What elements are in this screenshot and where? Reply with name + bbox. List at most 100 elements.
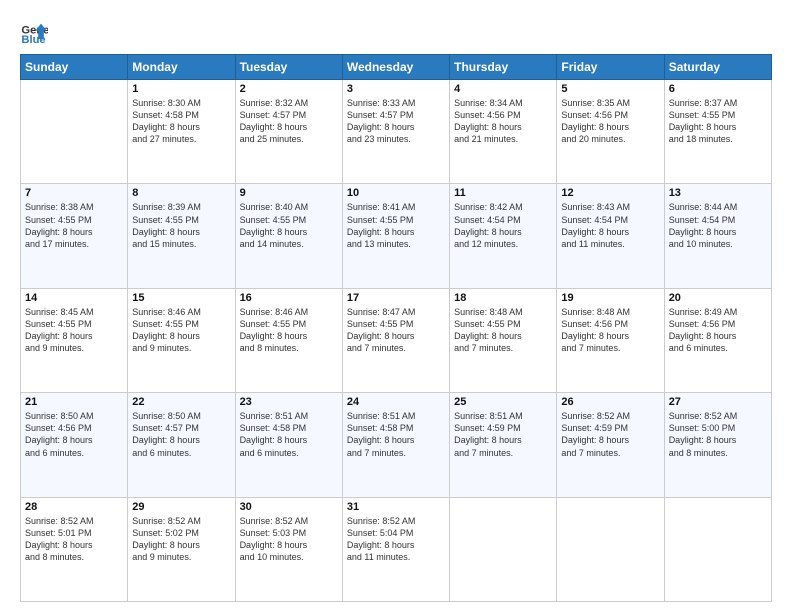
day-cell: 13 Sunrise: 8:44 AM Sunset: 4:54 PM Dayli… bbox=[664, 184, 771, 288]
logo: General Blue bbox=[20, 18, 52, 46]
week-row-2: 7 Sunrise: 8:38 AM Sunset: 4:55 PM Daylig… bbox=[21, 184, 772, 288]
day-info: Sunrise: 8:49 AM Sunset: 4:56 PM Dayligh… bbox=[669, 306, 767, 355]
logo-icon: General Blue bbox=[20, 18, 48, 46]
day-number: 16 bbox=[240, 292, 338, 304]
day-info: Sunrise: 8:44 AM Sunset: 4:54 PM Dayligh… bbox=[669, 201, 767, 250]
day-number: 3 bbox=[347, 83, 445, 95]
day-cell: 12Sunrise: 8:43 AM Sunset: 4:54 PM Dayli… bbox=[557, 184, 664, 288]
day-number: 23 bbox=[240, 396, 338, 408]
day-cell: 6 Sunrise: 8:37 AM Sunset: 4:55 PM Daylig… bbox=[664, 80, 771, 184]
day-info: Sunrise: 8:34 AM Sunset: 4:56 PM Dayligh… bbox=[454, 97, 552, 146]
day-number: 12 bbox=[561, 187, 659, 199]
day-cell: 11 Sunrise: 8:42 AM Sunset: 4:54 PM Dayli… bbox=[450, 184, 557, 288]
week-row-1: 1 Sunrise: 8:30 AM Sunset: 4:58 PM Daylig… bbox=[21, 80, 772, 184]
header: General Blue bbox=[20, 18, 772, 46]
day-number: 29 bbox=[132, 501, 230, 513]
day-info: Sunrise: 8:32 AM Sunset: 4:57 PM Dayligh… bbox=[240, 97, 338, 146]
day-number: 18 bbox=[454, 292, 552, 304]
calendar: SundayMondayTuesdayWednesdayThursdayFrid… bbox=[20, 54, 772, 602]
day-cell: 22Sunrise: 8:50 AM Sunset: 4:57 PM Dayli… bbox=[128, 393, 235, 497]
week-row-4: 21 Sunrise: 8:50 AM Sunset: 4:56 PM Dayli… bbox=[21, 393, 772, 497]
day-cell bbox=[450, 497, 557, 601]
day-cell bbox=[21, 80, 128, 184]
day-info: Sunrise: 8:42 AM Sunset: 4:54 PM Dayligh… bbox=[454, 201, 552, 250]
day-info: Sunrise: 8:52 AM Sunset: 5:02 PM Dayligh… bbox=[132, 515, 230, 564]
day-number: 30 bbox=[240, 501, 338, 513]
day-info: Sunrise: 8:48 AM Sunset: 4:56 PM Dayligh… bbox=[561, 306, 659, 355]
day-cell: 10Sunrise: 8:41 AM Sunset: 4:55 PM Dayli… bbox=[342, 184, 449, 288]
day-number: 14 bbox=[25, 292, 123, 304]
day-cell: 18 Sunrise: 8:48 AM Sunset: 4:55 PM Dayli… bbox=[450, 288, 557, 392]
day-cell: 17 Sunrise: 8:47 AM Sunset: 4:55 PM Dayli… bbox=[342, 288, 449, 392]
day-cell: 4 Sunrise: 8:34 AM Sunset: 4:56 PM Daylig… bbox=[450, 80, 557, 184]
day-cell bbox=[664, 497, 771, 601]
day-cell: 27Sunrise: 8:52 AM Sunset: 5:00 PM Dayli… bbox=[664, 393, 771, 497]
weekday-saturday: Saturday bbox=[664, 55, 771, 80]
day-info: Sunrise: 8:33 AM Sunset: 4:57 PM Dayligh… bbox=[347, 97, 445, 146]
weekday-tuesday: Tuesday bbox=[235, 55, 342, 80]
day-number: 11 bbox=[454, 187, 552, 199]
day-number: 15 bbox=[132, 292, 230, 304]
day-info: Sunrise: 8:30 AM Sunset: 4:58 PM Dayligh… bbox=[132, 97, 230, 146]
day-number: 24 bbox=[347, 396, 445, 408]
day-cell: 23Sunrise: 8:51 AM Sunset: 4:58 PM Dayli… bbox=[235, 393, 342, 497]
day-number: 26 bbox=[561, 396, 659, 408]
day-number: 8 bbox=[132, 187, 230, 199]
day-number: 2 bbox=[240, 83, 338, 95]
day-number: 1 bbox=[132, 83, 230, 95]
day-info: Sunrise: 8:50 AM Sunset: 4:56 PM Dayligh… bbox=[25, 410, 123, 459]
day-info: Sunrise: 8:40 AM Sunset: 4:55 PM Dayligh… bbox=[240, 201, 338, 250]
day-number: 31 bbox=[347, 501, 445, 513]
day-cell: 1 Sunrise: 8:30 AM Sunset: 4:58 PM Daylig… bbox=[128, 80, 235, 184]
weekday-thursday: Thursday bbox=[450, 55, 557, 80]
day-cell: 20 Sunrise: 8:49 AM Sunset: 4:56 PM Dayli… bbox=[664, 288, 771, 392]
day-info: Sunrise: 8:48 AM Sunset: 4:55 PM Dayligh… bbox=[454, 306, 552, 355]
day-cell: 26 Sunrise: 8:52 AM Sunset: 4:59 PM Dayli… bbox=[557, 393, 664, 497]
day-number: 20 bbox=[669, 292, 767, 304]
day-number: 25 bbox=[454, 396, 552, 408]
day-info: Sunrise: 8:47 AM Sunset: 4:55 PM Dayligh… bbox=[347, 306, 445, 355]
day-number: 21 bbox=[25, 396, 123, 408]
day-info: Sunrise: 8:35 AM Sunset: 4:56 PM Dayligh… bbox=[561, 97, 659, 146]
day-info: Sunrise: 8:50 AM Sunset: 4:57 PM Dayligh… bbox=[132, 410, 230, 459]
day-number: 4 bbox=[454, 83, 552, 95]
day-cell: 19 Sunrise: 8:48 AM Sunset: 4:56 PM Dayli… bbox=[557, 288, 664, 392]
day-cell: 7 Sunrise: 8:38 AM Sunset: 4:55 PM Daylig… bbox=[21, 184, 128, 288]
day-cell: 16 Sunrise: 8:46 AM Sunset: 4:55 PM Dayli… bbox=[235, 288, 342, 392]
day-cell: 2 Sunrise: 8:32 AM Sunset: 4:57 PM Daylig… bbox=[235, 80, 342, 184]
weekday-header-row: SundayMondayTuesdayWednesdayThursdayFrid… bbox=[21, 55, 772, 80]
day-info: Sunrise: 8:52 AM Sunset: 4:59 PM Dayligh… bbox=[561, 410, 659, 459]
day-info: Sunrise: 8:52 AM Sunset: 5:00 PM Dayligh… bbox=[669, 410, 767, 459]
weekday-sunday: Sunday bbox=[21, 55, 128, 80]
day-info: Sunrise: 8:52 AM Sunset: 5:04 PM Dayligh… bbox=[347, 515, 445, 564]
weekday-friday: Friday bbox=[557, 55, 664, 80]
day-cell: 9Sunrise: 8:40 AM Sunset: 4:55 PM Daylig… bbox=[235, 184, 342, 288]
day-cell: 24 Sunrise: 8:51 AM Sunset: 4:58 PM Dayli… bbox=[342, 393, 449, 497]
day-number: 17 bbox=[347, 292, 445, 304]
day-cell: 28Sunrise: 8:52 AM Sunset: 5:01 PM Dayli… bbox=[21, 497, 128, 601]
day-cell: 30 Sunrise: 8:52 AM Sunset: 5:03 PM Dayli… bbox=[235, 497, 342, 601]
day-info: Sunrise: 8:46 AM Sunset: 4:55 PM Dayligh… bbox=[240, 306, 338, 355]
day-info: Sunrise: 8:39 AM Sunset: 4:55 PM Dayligh… bbox=[132, 201, 230, 250]
day-cell bbox=[557, 497, 664, 601]
day-info: Sunrise: 8:41 AM Sunset: 4:55 PM Dayligh… bbox=[347, 201, 445, 250]
day-cell: 25Sunrise: 8:51 AM Sunset: 4:59 PM Dayli… bbox=[450, 393, 557, 497]
day-number: 13 bbox=[669, 187, 767, 199]
day-cell: 31 Sunrise: 8:52 AM Sunset: 5:04 PM Dayli… bbox=[342, 497, 449, 601]
week-row-5: 28Sunrise: 8:52 AM Sunset: 5:01 PM Dayli… bbox=[21, 497, 772, 601]
day-cell: 5 Sunrise: 8:35 AM Sunset: 4:56 PM Daylig… bbox=[557, 80, 664, 184]
day-cell: 14 Sunrise: 8:45 AM Sunset: 4:55 PM Dayli… bbox=[21, 288, 128, 392]
day-info: Sunrise: 8:52 AM Sunset: 5:01 PM Dayligh… bbox=[25, 515, 123, 564]
day-info: Sunrise: 8:38 AM Sunset: 4:55 PM Dayligh… bbox=[25, 201, 123, 250]
day-cell: 8 Sunrise: 8:39 AM Sunset: 4:55 PM Daylig… bbox=[128, 184, 235, 288]
week-row-3: 14 Sunrise: 8:45 AM Sunset: 4:55 PM Dayli… bbox=[21, 288, 772, 392]
day-number: 19 bbox=[561, 292, 659, 304]
day-number: 7 bbox=[25, 187, 123, 199]
day-info: Sunrise: 8:37 AM Sunset: 4:55 PM Dayligh… bbox=[669, 97, 767, 146]
day-number: 6 bbox=[669, 83, 767, 95]
day-info: Sunrise: 8:51 AM Sunset: 4:58 PM Dayligh… bbox=[347, 410, 445, 459]
day-number: 5 bbox=[561, 83, 659, 95]
day-info: Sunrise: 8:52 AM Sunset: 5:03 PM Dayligh… bbox=[240, 515, 338, 564]
day-info: Sunrise: 8:45 AM Sunset: 4:55 PM Dayligh… bbox=[25, 306, 123, 355]
day-info: Sunrise: 8:46 AM Sunset: 4:55 PM Dayligh… bbox=[132, 306, 230, 355]
